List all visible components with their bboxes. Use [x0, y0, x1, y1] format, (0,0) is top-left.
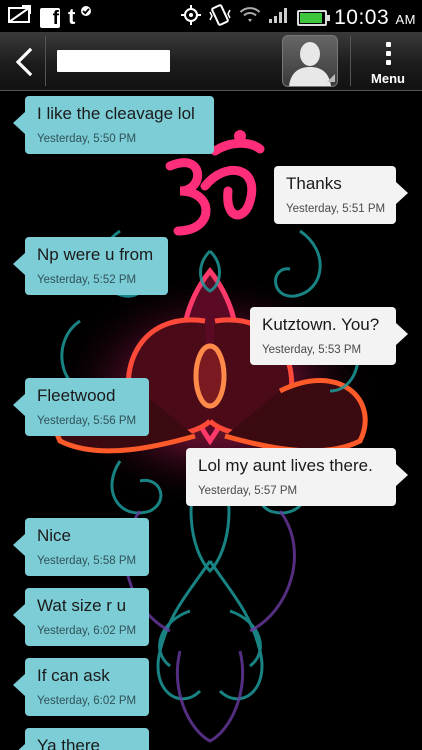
signal-icon: [268, 6, 290, 29]
clock: 10:03 AM: [334, 6, 416, 30]
message-text: Fleetwood: [37, 386, 116, 405]
back-button[interactable]: [6, 38, 44, 84]
conversation-header: Menu: [0, 32, 422, 91]
clock-time: 10:03: [334, 5, 390, 29]
clock-ampm: AM: [395, 11, 416, 27]
message-outgoing[interactable]: Lol my aunt lives there. Yesterday, 5:57…: [186, 448, 408, 506]
gps-icon: [181, 5, 202, 30]
tumblr-icon: t: [68, 3, 91, 29]
message-timestamp: Yesterday, 5:50 PM: [37, 133, 137, 145]
message-timestamp: Yesterday, 5:51 PM: [286, 203, 386, 215]
message-outgoing[interactable]: Kutztown. You? Yesterday, 5:53 PM: [250, 307, 408, 365]
header-divider: [350, 36, 351, 86]
message-incoming[interactable]: Fleetwood Yesterday, 5:56 PM: [13, 378, 149, 436]
message-timestamp: Yesterday, 5:52 PM: [37, 274, 137, 286]
message-text: Nice: [37, 526, 72, 545]
system-icons: 10:03 AM: [181, 4, 416, 31]
message-text: If can ask: [37, 666, 110, 685]
message-timestamp: Yesterday, 5:53 PM: [262, 344, 362, 356]
chevron-left-icon: [15, 47, 33, 77]
battery-level: [300, 12, 323, 23]
menu-button[interactable]: Menu: [360, 38, 416, 86]
mail-icon: [8, 5, 32, 30]
message-text: Kutztown. You?: [262, 315, 380, 334]
status-bar: f t 10:03 AM: [0, 0, 422, 32]
message-timestamp: Yesterday, 6:02 PM: [37, 695, 137, 707]
message-timestamp: Yesterday, 5:57 PM: [198, 485, 298, 497]
menu-label: Menu: [371, 71, 405, 86]
notification-icons: f t: [8, 3, 91, 30]
battery-icon: [297, 9, 331, 26]
message-text: Thanks: [286, 174, 342, 193]
more-vertical-icon: [360, 42, 416, 65]
message-text: I like the cleavage lol: [37, 104, 195, 123]
message-text: Np were u from: [37, 245, 154, 264]
contact-avatar[interactable]: [282, 35, 338, 87]
message-incoming[interactable]: If can ask Yesterday, 6:02 PM: [13, 658, 149, 716]
message-text: Wat size r u: [37, 596, 127, 615]
message-thread[interactable]: I like the cleavage lol Yesterday, 5:50 …: [0, 91, 422, 750]
facebook-icon: f: [40, 7, 60, 29]
tumblr-glyph: t: [68, 3, 76, 29]
message-timestamp: Yesterday, 5:58 PM: [37, 555, 137, 567]
message-incoming[interactable]: Ya there: [13, 728, 149, 750]
message-text: Ya there: [37, 736, 101, 750]
message-timestamp: Yesterday, 6:02 PM: [37, 625, 137, 637]
header-divider: [45, 36, 46, 86]
person-silhouette-icon: [289, 42, 335, 86]
contact-name[interactable]: [57, 50, 170, 72]
message-timestamp: Yesterday, 5:56 PM: [37, 415, 137, 427]
message-incoming[interactable]: Nice Yesterday, 5:58 PM: [13, 518, 149, 576]
message-incoming[interactable]: I like the cleavage lol Yesterday, 5:50 …: [13, 96, 214, 154]
message-incoming[interactable]: Wat size r u Yesterday, 6:02 PM: [13, 588, 149, 646]
message-outgoing[interactable]: Thanks Yesterday, 5:51 PM: [274, 166, 408, 224]
wifi-icon: [239, 6, 261, 29]
message-text: Lol my aunt lives there.: [198, 456, 373, 475]
message-incoming[interactable]: Np were u from Yesterday, 5:52 PM: [13, 237, 168, 295]
vibrate-icon: [208, 4, 232, 31]
